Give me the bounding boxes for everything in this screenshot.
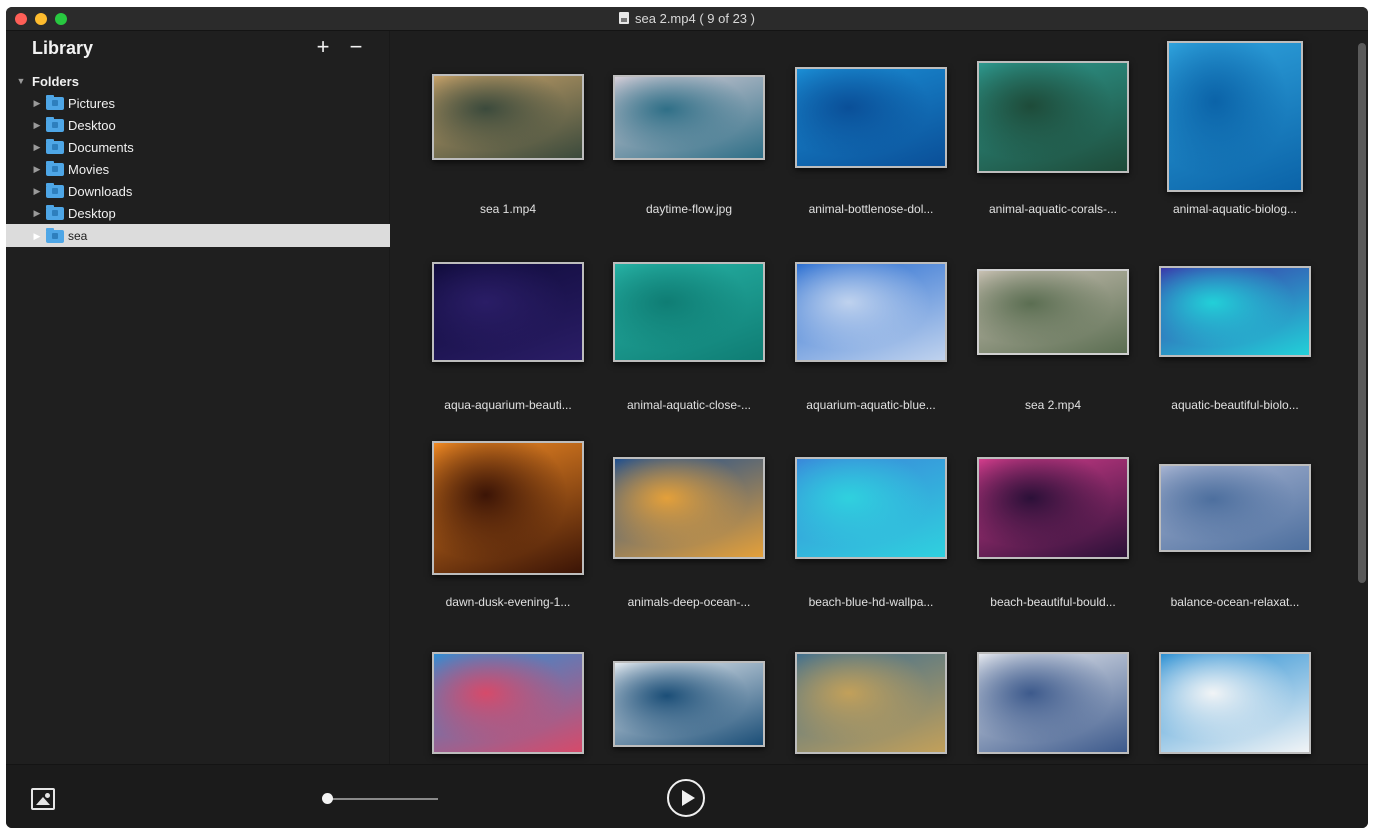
folders-root[interactable]: ▼ Folders <box>16 70 79 92</box>
folder-icon <box>46 94 64 110</box>
window-title-text: sea 2.mp4 ( 9 of 23 ) <box>635 11 755 26</box>
thumbnail-label: animals-deep-ocean-... <box>627 595 751 609</box>
thumbnail-image[interactable] <box>613 457 765 559</box>
disclosure-collapsed-icon[interactable]: ▶ <box>32 208 42 219</box>
thumbnail-image[interactable] <box>977 269 1129 355</box>
library-title: Library <box>32 38 94 58</box>
thumbnail-label: beach-blue-hd-wallpa... <box>808 595 934 609</box>
window-title: sea 2.mp4 ( 9 of 23 ) <box>6 11 1368 26</box>
title-bar: sea 2.mp4 ( 9 of 23 ) <box>6 7 1368 31</box>
folder-icon <box>46 204 64 220</box>
sidebar-item-label: Desktoo <box>68 117 116 133</box>
sidebar-item-desktop[interactable]: ▶ Desktop <box>32 202 116 224</box>
bottom-toolbar <box>6 764 1368 828</box>
thumbnail-label: daytime-flow.jpg <box>645 202 733 216</box>
disclosure-expanded-icon[interactable]: ▼ <box>16 76 26 86</box>
sidebar-item-movies[interactable]: ▶ Movies <box>32 158 109 180</box>
thumbnail-label: aquatic-beautiful-biolo... <box>1171 398 1299 412</box>
thumbnail-image[interactable] <box>432 74 584 160</box>
thumbnail-label: sea 1.mp4 <box>479 202 537 216</box>
sidebar-item-documents[interactable]: ▶ Documents <box>32 136 134 158</box>
thumbnail-label: beach-beautiful-bould... <box>990 595 1116 609</box>
thumbnail-image[interactable] <box>613 661 765 747</box>
sidebar-item-label: Downloads <box>68 183 133 199</box>
thumbnail-label: animal-bottlenose-dol... <box>808 202 934 216</box>
thumbnail-image[interactable] <box>432 262 584 362</box>
sidebar-item-label: sea <box>68 229 88 243</box>
thumbnail-label: sea 2.mp4 <box>1024 398 1082 412</box>
sidebar: Library + − ▼ Folders ▶ Pictures ▶ Deskt… <box>6 31 390 764</box>
disclosure-collapsed-icon[interactable]: ▶ <box>32 98 42 109</box>
thumbnail-size-slider[interactable] <box>326 798 438 800</box>
folder-icon <box>46 138 64 154</box>
thumbnail-image[interactable] <box>432 441 584 575</box>
thumbnail-label: dawn-dusk-evening-1... <box>445 595 571 609</box>
folder-icon <box>46 160 64 176</box>
thumbnail-image[interactable] <box>977 61 1129 173</box>
thumbnail-label: balance-ocean-relaxat... <box>1170 595 1300 609</box>
sidebar-item-desktoo[interactable]: ▶ Desktoo <box>32 114 116 136</box>
sidebar-item-label: Pictures <box>68 95 115 111</box>
thumbnail-image[interactable] <box>795 457 947 559</box>
play-slideshow-button[interactable] <box>667 779 705 817</box>
thumbnail-image[interactable] <box>1159 464 1311 552</box>
sidebar-item-label: Desktop <box>68 205 116 221</box>
thumbnail-image[interactable] <box>432 652 584 754</box>
disclosure-collapsed-icon[interactable]: ▶ <box>32 186 42 197</box>
thumbnail-label: animal-aquatic-biolog... <box>1172 202 1298 216</box>
image-mountain-icon <box>36 797 50 805</box>
remove-folder-button[interactable]: − <box>347 35 365 59</box>
thumbnail-image[interactable] <box>1167 41 1303 192</box>
thumbnail-label: aquarium-aquatic-blue... <box>806 398 936 412</box>
sidebar-item-sea[interactable]: ▶ sea <box>32 225 87 247</box>
document-icon <box>619 12 630 24</box>
add-folder-button[interactable]: + <box>314 35 332 59</box>
thumbnail-image[interactable] <box>977 457 1129 559</box>
thumbnail-image[interactable] <box>795 67 947 168</box>
thumbnail-image[interactable] <box>1159 652 1311 754</box>
slider-handle[interactable] <box>322 793 333 804</box>
folders-root-label: Folders <box>32 73 79 89</box>
disclosure-collapsed-icon[interactable]: ▶ <box>32 120 42 131</box>
thumbnail-label: animal-aquatic-close-... <box>626 398 752 412</box>
sidebar-item-label: Documents <box>68 139 134 155</box>
thumbnail-label: aqua-aquarium-beauti... <box>444 398 572 412</box>
sidebar-item-downloads[interactable]: ▶ Downloads <box>32 180 132 202</box>
disclosure-collapsed-icon[interactable]: ▶ <box>32 142 42 153</box>
thumbnail-image[interactable] <box>1159 266 1311 357</box>
thumbnail-image[interactable] <box>613 75 765 160</box>
thumbnail-image[interactable] <box>795 262 947 362</box>
app-window: sea 2.mp4 ( 9 of 23 ) Library + − ▼ Fold… <box>6 7 1368 828</box>
sidebar-item-label: Movies <box>68 161 110 177</box>
folder-icon <box>46 182 64 198</box>
image-view-button[interactable] <box>31 788 55 810</box>
vertical-scrollbar[interactable] <box>1358 43 1366 583</box>
disclosure-collapsed-icon[interactable]: ▶ <box>32 164 42 175</box>
thumbnail-image[interactable] <box>977 652 1129 754</box>
thumbnail-image[interactable] <box>613 262 765 362</box>
folder-icon <box>46 227 64 243</box>
thumbnail-label: animal-aquatic-corals-... <box>988 202 1118 216</box>
disclosure-collapsed-icon[interactable]: ▶ <box>32 231 42 242</box>
sidebar-item-pictures[interactable]: ▶ Pictures <box>32 92 115 114</box>
thumbnail-grid: sea 1.mp4 daytime-flow.jpg animal-bottleno… <box>391 31 1368 764</box>
thumbnail-image[interactable] <box>795 652 947 754</box>
folder-icon <box>46 116 64 132</box>
